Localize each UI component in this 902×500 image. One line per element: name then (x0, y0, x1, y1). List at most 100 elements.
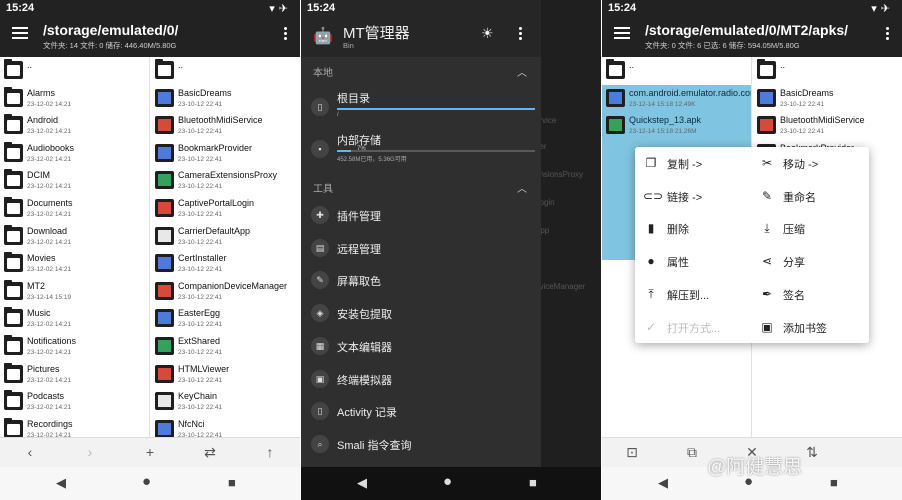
list-item[interactable]: CompanionDeviceManager 23-10-12 22:41 (151, 278, 300, 306)
item-name: Documents (27, 197, 73, 208)
list-item[interactable]: CaptivePortalLogin 23-10-12 22:41 (151, 195, 300, 223)
list-item[interactable]: BasicDreams 23-10-12 22:41 (753, 85, 902, 113)
list-item[interactable]: .. (753, 57, 902, 85)
menu-item[interactable]: ⊂⊃ 链接 -> (637, 182, 747, 210)
right-pane[interactable]: .. BasicDreams 23-10-12 22:41 BluetoothMidi… (151, 57, 300, 437)
item-name: CarrierDefaultApp (178, 225, 251, 236)
menu-item[interactable]: ✂ 移动 -> (753, 149, 863, 177)
menu-item[interactable]: ✓ 打开方式... (637, 313, 747, 341)
invert-select-icon[interactable]: ⧉ (682, 444, 702, 461)
tool-item[interactable]: ✎ 屏幕取色 (309, 265, 537, 295)
app-icon (155, 198, 174, 217)
list-item[interactable]: BookmarkProvider 23-10-12 22:41 (151, 140, 300, 168)
collapse-chevron-icon[interactable]: ︿ (517, 180, 527, 195)
menu-item[interactable]: ● 属性 (637, 247, 747, 275)
menu-item[interactable]: ⤒ 解压到... (637, 280, 747, 308)
drawer-screen: ervicederensionsProxyLoginAppeviceManage… (301, 0, 601, 500)
menu-icon[interactable] (614, 27, 630, 39)
menu-item[interactable]: ▮ 删除 (637, 214, 747, 242)
nav-recent-icon[interactable]: ■ (529, 475, 537, 490)
tool-label: Smali 指令查询 (337, 439, 412, 452)
list-item[interactable]: HTMLViewer 23-10-12 22:41 (151, 361, 300, 389)
swap-icon[interactable]: ⇄ (200, 444, 220, 461)
list-item[interactable]: BluetoothMidiService 23-10-12 22:41 (753, 112, 902, 140)
menu-item[interactable]: ❐ 复制 -> (637, 149, 747, 177)
storage-root[interactable]: ▯ 根目录 / (309, 90, 537, 126)
up-arrow-icon[interactable]: ↑ (260, 444, 280, 460)
nav-home-icon[interactable]: ● (142, 473, 151, 490)
storage-internal-detail: 452.58M已用，5.36G可用 (337, 157, 407, 163)
list-item[interactable]: Audiobooks 23-12-02 14:21 (0, 140, 149, 168)
dimmed-background[interactable]: ervicederensionsProxyLoginAppeviceManage… (535, 0, 601, 467)
nav-home-icon[interactable]: ● (443, 473, 452, 490)
tool-item[interactable]: ✚ 插件管理 (309, 200, 537, 230)
list-item[interactable]: Movies 23-12-02 14:21 (0, 250, 149, 278)
nav-back-icon[interactable]: ◀ (357, 475, 367, 491)
tool-item[interactable]: ▤ 远程管理 (309, 233, 537, 263)
list-item[interactable]: ExtShared 23-10-12 22:41 (151, 333, 300, 361)
menu-item[interactable]: ⤓ 压缩 (753, 214, 863, 242)
list-item[interactable]: Android 23-12-02 14:21 (0, 112, 149, 140)
list-item[interactable]: BluetoothMidiService 23-10-12 22:41 (151, 112, 300, 140)
more-options-icon[interactable] (519, 27, 523, 42)
background-text: eviceManager (535, 282, 586, 291)
more-options-icon[interactable] (886, 27, 890, 42)
select-all-icon[interactable]: ⊡ (622, 444, 642, 461)
theme-toggle-icon[interactable]: ☀ (481, 25, 494, 42)
list-item[interactable]: com.android.emulator.radio.config_13.apk… (602, 84, 751, 113)
tool-item[interactable]: ◈ 安装包提取 (309, 298, 537, 328)
list-item[interactable]: CarrierDefaultApp 23-10-12 22:41 (151, 223, 300, 251)
list-item[interactable]: Notifications 23-12-02 14:21 (0, 333, 149, 361)
item-name: .. (178, 60, 184, 70)
collapse-chevron-icon[interactable]: ︿ (517, 64, 527, 79)
list-item[interactable]: EasterEgg 23-10-12 22:41 (151, 305, 300, 333)
list-item[interactable]: .. (0, 57, 149, 85)
list-item[interactable]: CertInstaller 23-10-12 22:41 (151, 250, 300, 278)
list-item[interactable]: .. (602, 57, 751, 85)
info-icon: ● (647, 254, 655, 269)
nav-back-icon[interactable]: ◀ (56, 475, 66, 491)
storage-internal[interactable]: ▪ 内部存储 7% 452.58M已用，5.36G可用 (309, 132, 537, 168)
list-item[interactable]: MT2 23-12-14 15:19 (0, 278, 149, 306)
item-name: MT2 (27, 280, 45, 291)
menu-icon[interactable] (12, 27, 28, 39)
list-item[interactable]: Podcasts 23-12-02 14:21 (0, 388, 149, 416)
list-item[interactable]: .. (151, 57, 300, 85)
list-item[interactable]: KeyChain 23-10-12 22:41 (151, 388, 300, 416)
list-item[interactable]: Alarms 23-12-02 14:21 (0, 85, 149, 113)
add-icon[interactable]: + (140, 444, 160, 460)
list-item[interactable]: BasicDreams 23-10-12 22:41 (151, 85, 300, 113)
app-bar: 15:24 ▾✈ /storage/emulated/0/ 文件夹: 14 文件… (0, 0, 300, 57)
tool-item[interactable]: ⌕ Smali 指令查询 (309, 429, 537, 459)
back-arrow-icon[interactable]: ‹ (20, 444, 40, 460)
nav-back-icon[interactable]: ◀ (658, 475, 668, 491)
app-subtitle: Bin (343, 41, 354, 50)
list-item[interactable]: Documents 23-12-02 14:21 (0, 195, 149, 223)
nav-recent-icon[interactable]: ■ (228, 475, 236, 490)
document-icon: ▦ (311, 336, 329, 355)
tool-item[interactable]: ▯ Activity 记录 (309, 396, 537, 426)
app-icon (155, 336, 174, 355)
list-item[interactable]: Download 23-12-02 14:21 (0, 223, 149, 251)
tool-item[interactable]: ▣ 终端模拟器 (309, 364, 537, 394)
more-options-icon[interactable] (284, 27, 288, 42)
nav-recent-icon[interactable]: ■ (830, 475, 838, 490)
list-item[interactable]: NfcNci23-10-12 22:41 (151, 416, 300, 437)
menu-item[interactable]: ▣ 添加书签 (753, 313, 863, 341)
menu-item[interactable]: ✒ 签名 (753, 280, 863, 308)
app-icon (155, 143, 174, 162)
menu-item-label: 签名 (783, 289, 805, 302)
list-item[interactable]: Quickstep_13.apk 23-12-14 15:18 21.26M (602, 112, 751, 140)
tool-item[interactable]: ▦ 文本编辑器 (309, 331, 537, 361)
forward-arrow-icon[interactable]: › (80, 444, 100, 460)
menu-item[interactable]: ✎ 重命名 (753, 182, 863, 210)
list-item[interactable]: CameraExtensionsProxy 23-10-12 22:41 (151, 167, 300, 195)
terminal-icon: ▣ (311, 369, 329, 388)
list-item[interactable]: Recordings 23-12-02 14:21 (0, 416, 149, 437)
list-item[interactable]: DCIM 23-12-02 14:21 (0, 167, 149, 195)
left-pane[interactable]: .. Alarms 23-12-02 14:21 Android 23-12-02 14… (0, 57, 150, 437)
list-item[interactable]: Pictures 23-12-02 14:21 (0, 361, 149, 389)
menu-item[interactable]: ⋖ 分享 (753, 247, 863, 275)
sort-icon[interactable]: ⇅ (802, 444, 822, 461)
list-item[interactable]: Music 23-12-02 14:21 (0, 305, 149, 333)
